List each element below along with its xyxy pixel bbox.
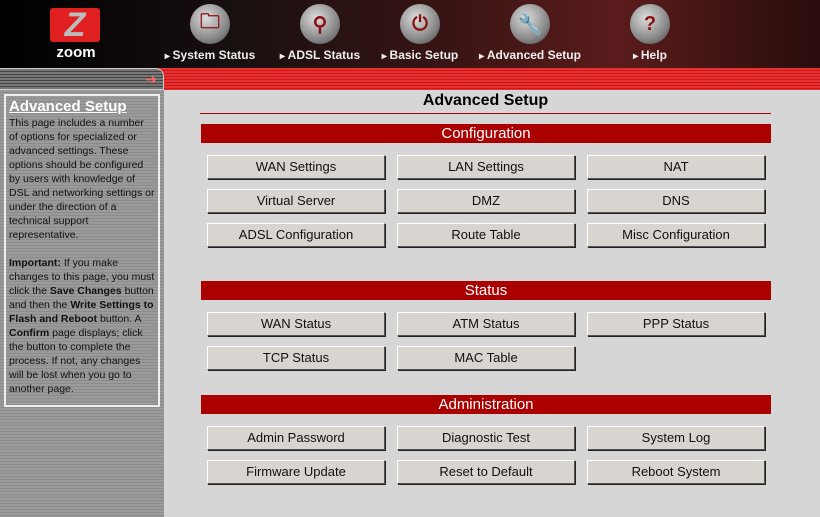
- main-content: Advanced Setup Configuration WAN Settings…: [164, 90, 820, 517]
- page-title: Advanced Setup: [200, 92, 771, 114]
- nav-adsl-status[interactable]: ⚲ ADSL Status: [265, 4, 375, 62]
- virtual-server-button[interactable]: Virtual Server: [207, 189, 385, 213]
- folder-icon[interactable]: 🗀: [190, 4, 230, 44]
- section-header-status: Status: [201, 281, 771, 300]
- system-log-button[interactable]: System Log: [587, 426, 765, 450]
- nav-basic-setup[interactable]: ⏻ Basic Setup: [365, 4, 475, 62]
- plug-icon[interactable]: ⏻: [400, 4, 440, 44]
- question-icon[interactable]: ?: [630, 4, 670, 44]
- reboot-system-button[interactable]: Reboot System: [587, 460, 765, 484]
- nav-label[interactable]: ADSL Status: [265, 48, 375, 62]
- nav-label[interactable]: Help: [595, 48, 705, 62]
- sidebar-tab: ➔: [0, 68, 164, 90]
- zoom-logo[interactable]: Zzoom: [50, 8, 102, 64]
- misc-configuration-button[interactable]: Misc Configuration: [587, 223, 765, 247]
- nav-label[interactable]: Advanced Setup: [475, 48, 585, 62]
- bold-text: Important:: [9, 257, 61, 269]
- diagnostic-test-button[interactable]: Diagnostic Test: [397, 426, 575, 450]
- nav-label[interactable]: Basic Setup: [365, 48, 475, 62]
- section-header-configuration: Configuration: [201, 124, 771, 143]
- sidebar: Advanced Setup This page includes a numb…: [0, 90, 164, 517]
- text: button. A: [97, 313, 141, 325]
- wan-settings-button[interactable]: WAN Settings: [207, 155, 385, 179]
- dmz-button[interactable]: DMZ: [397, 189, 575, 213]
- atm-status-button[interactable]: ATM Status: [397, 312, 575, 336]
- ppp-status-button[interactable]: PPP Status: [587, 312, 765, 336]
- bold-text: Save Changes: [49, 285, 122, 297]
- adsl-configuration-button[interactable]: ADSL Configuration: [207, 223, 385, 247]
- reset-to-default-button[interactable]: Reset to Default: [397, 460, 575, 484]
- wan-status-button[interactable]: WAN Status: [207, 312, 385, 336]
- nav-system-status[interactable]: 🗀 System Status: [155, 4, 265, 62]
- nav-label[interactable]: System Status: [155, 48, 265, 62]
- nat-button[interactable]: NAT: [587, 155, 765, 179]
- sidebar-description: This page includes a number of options f…: [9, 117, 155, 241]
- route-table-button[interactable]: Route Table: [397, 223, 575, 247]
- arrow-right-icon: ➔: [145, 71, 157, 87]
- header: Zzoom 🗀 System Status ⚲ ADSL Status ⏻ Basic S…: [0, 0, 820, 68]
- sidebar-important-note: Important: If you make changes to this p…: [9, 256, 155, 396]
- magnifier-icon[interactable]: ⚲: [300, 4, 340, 44]
- dns-button[interactable]: DNS: [587, 189, 765, 213]
- mac-table-button[interactable]: MAC Table: [397, 346, 575, 370]
- help-box: Advanced Setup This page includes a numb…: [4, 94, 160, 407]
- firmware-update-button[interactable]: Firmware Update: [207, 460, 385, 484]
- wrench-icon[interactable]: 🔧: [510, 4, 550, 44]
- bold-text: Confirm: [9, 327, 50, 339]
- sidebar-title: Advanced Setup: [9, 98, 127, 115]
- nav-help[interactable]: ? Help: [595, 4, 705, 62]
- admin-password-button[interactable]: Admin Password: [207, 426, 385, 450]
- nav-advanced-setup[interactable]: 🔧 Advanced Setup: [475, 4, 585, 62]
- tcp-status-button[interactable]: TCP Status: [207, 346, 385, 370]
- lan-settings-button[interactable]: LAN Settings: [397, 155, 575, 179]
- section-header-administration: Administration: [201, 395, 771, 414]
